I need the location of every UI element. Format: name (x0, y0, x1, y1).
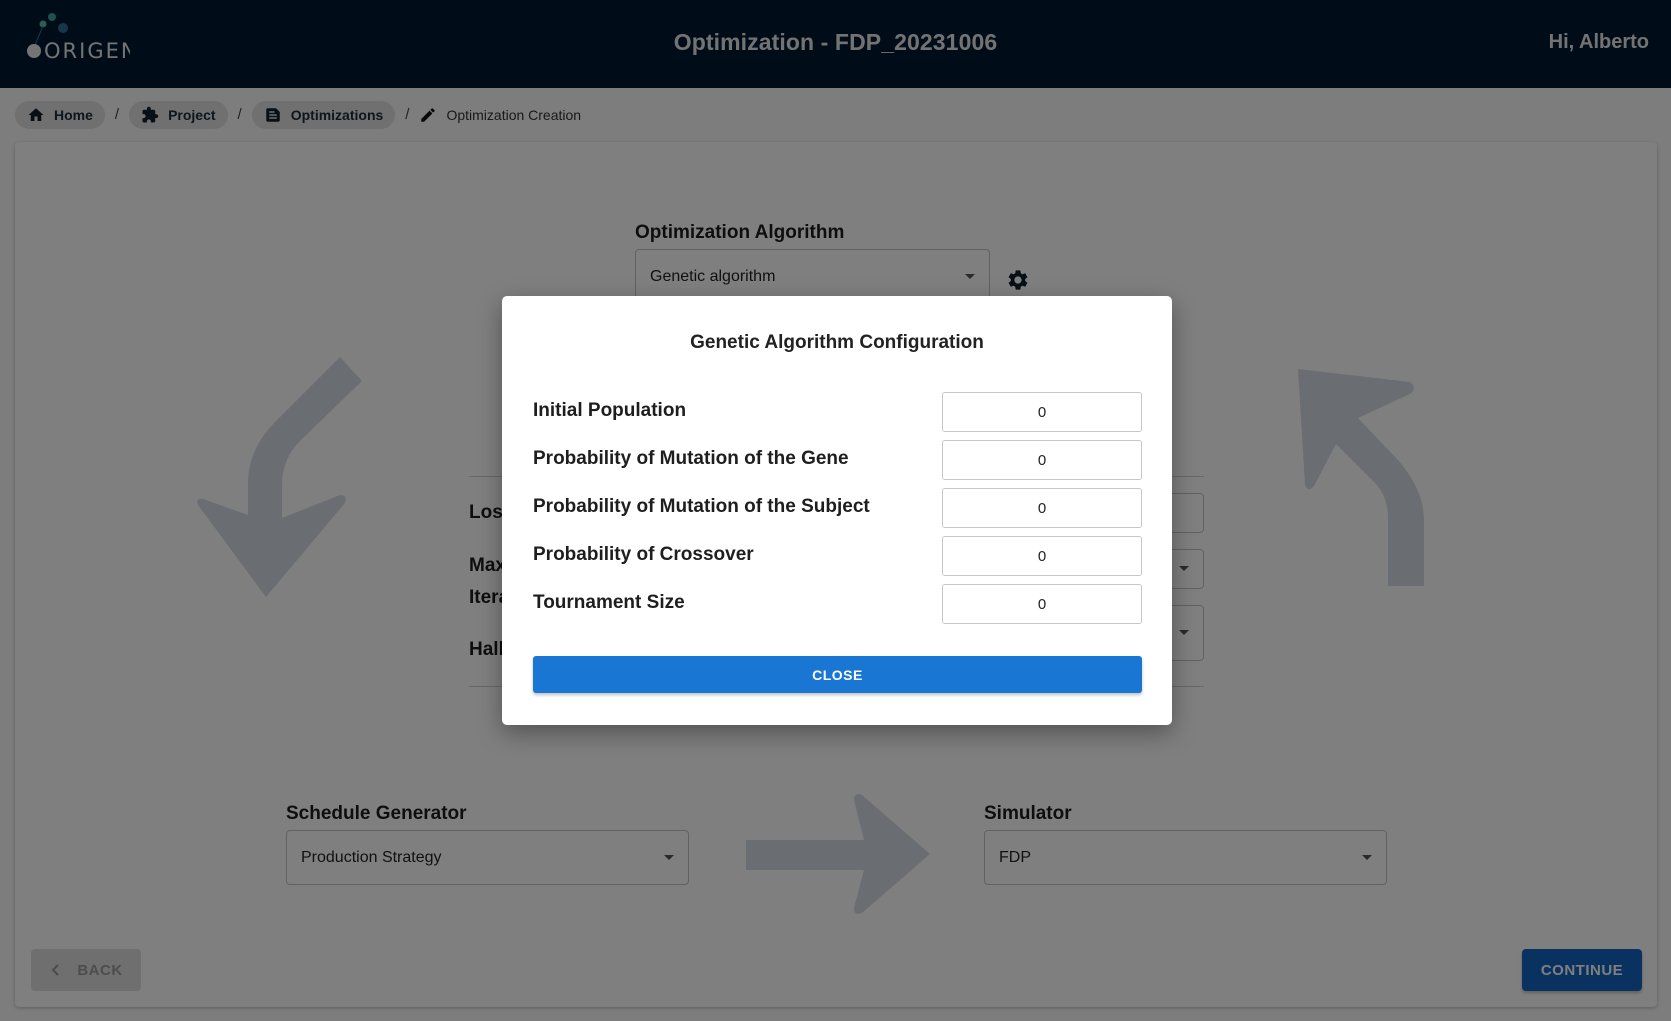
config-row-subject-mutation: Probability of Mutation of the Subject (533, 488, 1142, 528)
initial-population-input[interactable] (942, 392, 1142, 432)
close-button[interactable]: CLOSE (533, 656, 1142, 693)
crossover-probability-input[interactable] (942, 536, 1142, 576)
dialog-title: Genetic Algorithm Configuration (690, 332, 984, 353)
config-row-initial-population: Initial Population (533, 392, 1142, 432)
config-row-gene-mutation: Probability of Mutation of the Gene (533, 440, 1142, 480)
crossover-probability-label: Probability of Crossover (533, 544, 754, 565)
tournament-size-input[interactable] (942, 584, 1142, 624)
tournament-size-label: Tournament Size (533, 592, 685, 613)
gene-mutation-probability-label: Probability of Mutation of the Gene (533, 448, 849, 469)
config-row-crossover: Probability of Crossover (533, 536, 1142, 576)
subject-mutation-probability-input[interactable] (942, 488, 1142, 528)
subject-mutation-probability-label: Probability of Mutation of the Subject (533, 496, 870, 517)
genetic-algorithm-config-dialog: Genetic Algorithm Configuration Initial … (502, 296, 1172, 725)
gene-mutation-probability-input[interactable] (942, 440, 1142, 480)
initial-population-label: Initial Population (533, 400, 687, 421)
config-row-tournament-size: Tournament Size (533, 584, 1142, 624)
